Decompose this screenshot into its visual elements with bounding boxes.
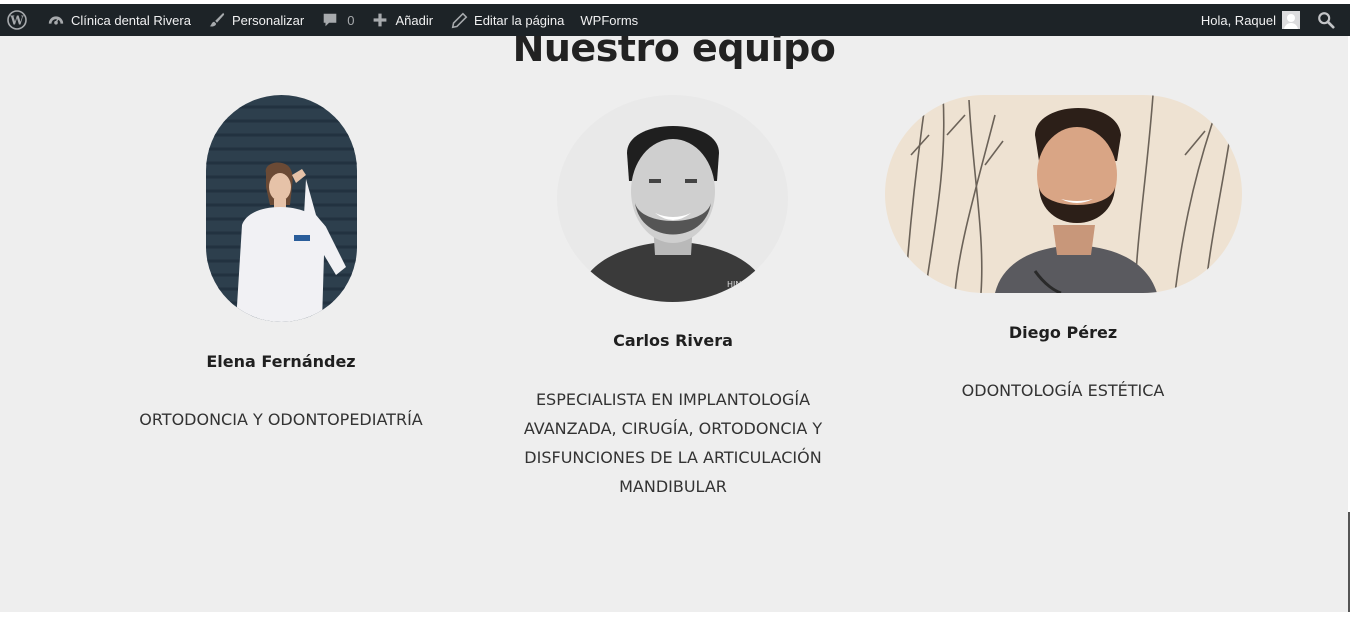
team-section: Nuestro equipo Elena Fernández ORTODONCI… (0, 36, 1348, 612)
member-name: Elena Fernández (206, 352, 356, 371)
comments-link[interactable]: 0 (312, 4, 362, 36)
team-member-elena: Elena Fernández ORTODONCIA Y ODONTOPEDIA… (96, 36, 466, 612)
edit-page-link[interactable]: Editar la página (441, 4, 572, 36)
add-new-menu[interactable]: Añadir (362, 4, 441, 36)
wordpress-menu[interactable]: W (0, 4, 38, 36)
svg-text:HINBOCA: HINBOCA (727, 280, 765, 289)
wpforms-menu[interactable]: WPForms (572, 4, 646, 36)
account-menu[interactable]: Hola, Raquel (1193, 4, 1308, 36)
plus-icon (370, 10, 390, 30)
member-role: ESPECIALISTA EN IMPLANTOLOGÍA AVANZADA, … (523, 390, 823, 496)
site-name-label: Clínica dental Rivera (71, 12, 191, 28)
comments-count: 0 (347, 12, 355, 28)
member-photo (206, 95, 357, 322)
dashboard-icon (46, 10, 66, 30)
add-new-label: Añadir (395, 12, 434, 28)
comment-icon (320, 10, 340, 30)
member-role: ODONTOLOGÍA ESTÉTICA (961, 381, 1165, 400)
admin-bar: W Clínica dental Rivera Personalizar 0 A… (0, 4, 1350, 36)
search-button[interactable] (1308, 4, 1340, 36)
wpforms-label: WPForms (580, 12, 639, 28)
avatar (1282, 11, 1300, 29)
site-name-menu[interactable]: Clínica dental Rivera (38, 4, 199, 36)
svg-text:W: W (9, 14, 24, 28)
search-icon (1316, 10, 1336, 30)
customize-label: Personalizar (231, 12, 305, 28)
pencil-icon (449, 10, 469, 30)
member-photo (885, 95, 1242, 293)
edit-page-label: Editar la página (474, 12, 565, 28)
member-photo: HINBOCA (557, 95, 788, 302)
team-member-diego: Diego Pérez ODONTOLOGÍA ESTÉTICA (880, 36, 1246, 612)
team-member-carlos: HINBOCA Carlos Rivera ESPECIALISTA EN IM… (510, 36, 836, 612)
greeting-label: Hola, Raquel (1200, 12, 1276, 28)
member-role: ORTODONCIA Y ODONTOPEDIATRÍA (139, 410, 423, 429)
member-name: Diego Pérez (1008, 323, 1118, 342)
brush-icon (207, 10, 227, 30)
customize-link[interactable]: Personalizar (199, 4, 312, 36)
member-name: Carlos Rivera (613, 331, 733, 350)
wordpress-logo-icon: W (6, 9, 28, 31)
